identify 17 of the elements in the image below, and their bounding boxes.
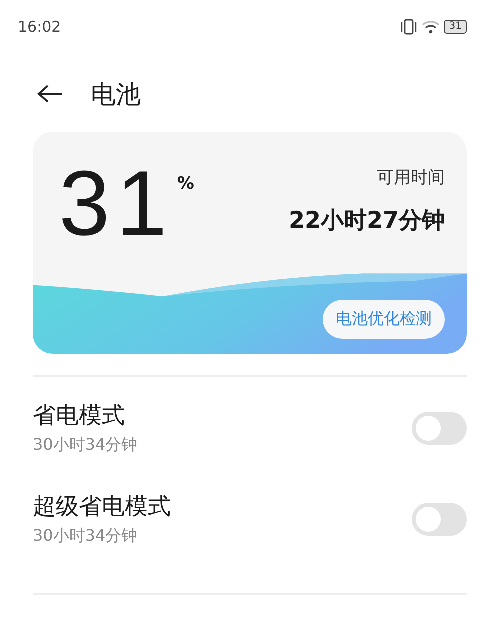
toggle-switch[interactable]	[412, 412, 467, 444]
setting-title: 省电模式	[33, 402, 126, 431]
toggle-switch[interactable]	[412, 502, 467, 536]
percent-sign: %	[177, 174, 194, 194]
setting-subtitle: 30小时34分钟	[33, 435, 138, 456]
battery-optimize-button[interactable]: 电池优化检测	[323, 300, 445, 339]
status-time: 16:02	[18, 18, 62, 36]
wifi-icon	[422, 20, 440, 34]
battery-indicator: 31	[444, 20, 467, 34]
setting-title: 超级省电模式	[33, 493, 171, 522]
battery-percent: 31	[59, 158, 174, 250]
available-time: 22小时27分钟	[288, 207, 445, 236]
back-arrow-icon[interactable]	[37, 84, 63, 104]
page-title: 电池	[91, 78, 141, 110]
setting-subtitle: 30小时34分钟	[33, 526, 139, 547]
vibrate-icon	[400, 19, 418, 35]
available-time-label: 可用时间	[377, 167, 445, 189]
